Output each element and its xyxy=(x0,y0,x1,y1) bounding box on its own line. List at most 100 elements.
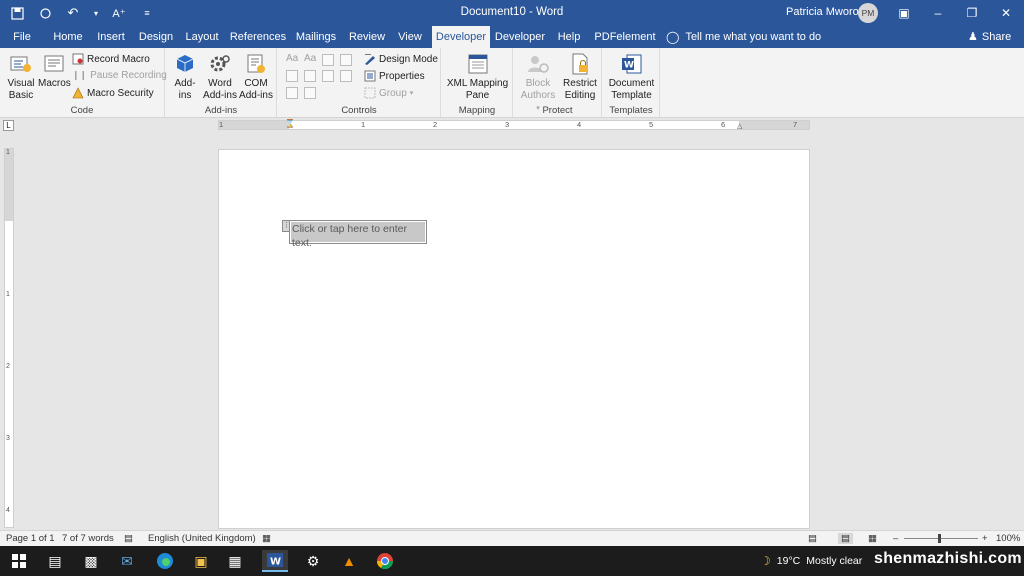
tab-insert[interactable]: Insert xyxy=(94,26,128,48)
chevron-down-icon: ▾ xyxy=(409,90,414,97)
weather-widget[interactable]: ☽ 19°C Mostly clear xyxy=(760,554,862,568)
design-mode-button[interactable]: Design Mode xyxy=(364,53,438,65)
settings-gear-icon[interactable]: ⚙ xyxy=(302,550,324,572)
tab-developer[interactable]: Developer xyxy=(494,26,546,48)
task-view-icon[interactable]: ▤ xyxy=(44,550,66,572)
com-add-ins-button[interactable]: COM Add-ins xyxy=(238,52,274,102)
right-indent-marker[interactable]: △ xyxy=(737,122,742,130)
ruler-number: 1 xyxy=(219,120,224,129)
pause-icon: ❙❙ xyxy=(72,70,88,80)
lightbulb-icon: ◯ xyxy=(666,30,680,44)
tab-selector[interactable]: L xyxy=(3,120,14,131)
picture-control-icon[interactable] xyxy=(322,54,334,66)
avatar[interactable]: PM xyxy=(858,3,878,23)
repeating-section-control-icon[interactable] xyxy=(286,87,298,99)
dropdown-list-control-icon[interactable] xyxy=(322,70,334,82)
ruler-left-margin xyxy=(219,121,289,129)
pause-recording-button[interactable]: ❙❙ Pause Recording xyxy=(72,70,167,81)
left-indent-marker[interactable]: ⌛ xyxy=(285,119,295,128)
block-authors-icon xyxy=(528,56,549,73)
ruler-number: 1 xyxy=(361,120,366,129)
word-taskbar-icon[interactable]: W xyxy=(262,550,288,572)
web-layout-icon[interactable]: ▦ xyxy=(868,533,877,544)
tab-references[interactable]: References xyxy=(228,26,288,48)
checkbox-control-icon[interactable] xyxy=(286,70,298,82)
horizontal-ruler[interactable]: 1 1 2 3 4 5 6 7 ⌛ △ xyxy=(218,119,810,130)
content-control-placeholder[interactable]: Click or tap here to enter text. xyxy=(291,222,425,249)
rich-text-content-control[interactable]: ⋮ Click or tap here to enter text. xyxy=(282,220,427,249)
language-indicator[interactable]: English (United Kingdom) xyxy=(148,533,256,544)
lock-document-icon xyxy=(572,53,588,75)
close-icon[interactable]: ✕ xyxy=(996,3,1016,23)
group-button[interactable]: Group ▾ xyxy=(364,87,413,99)
word-add-ins-button[interactable]: Word Add-ins xyxy=(202,52,238,102)
read-mode-icon[interactable]: ▤ xyxy=(808,533,817,544)
restrict-editing-button[interactable]: Restrict Editing xyxy=(560,52,600,102)
accessibility-icon[interactable]: ▦ xyxy=(262,533,271,544)
minimize-icon[interactable]: – xyxy=(928,3,948,23)
word-document-icon: W xyxy=(621,54,641,74)
record-macro-button[interactable]: Record Macro xyxy=(72,53,150,65)
proofing-icon[interactable]: ▤ xyxy=(124,533,133,544)
tab-help[interactable]: Help xyxy=(552,26,586,48)
tab-design[interactable]: Design xyxy=(136,26,176,48)
calculator-icon[interactable]: ▦ xyxy=(224,550,246,572)
mail-icon[interactable]: ✉ xyxy=(116,550,138,572)
group-icon xyxy=(364,87,376,99)
tab-pdfelement[interactable]: PDFelement xyxy=(594,26,656,48)
tab-view[interactable]: View xyxy=(392,26,428,48)
templates-group: W Document Template Templates xyxy=(603,48,660,118)
edge-icon[interactable] xyxy=(154,550,176,572)
tell-me-search[interactable]: ◯ Tell me what you want to do xyxy=(666,26,821,48)
rich-text-control-icon[interactable]: Aa xyxy=(286,53,298,64)
content-control-handle[interactable]: ⋮ xyxy=(282,220,290,232)
share-button[interactable]: ♟ Share xyxy=(968,26,1011,48)
title-bar: ↶ ▾ A⁺ ≡ Document10 - Word Patricia Mwor… xyxy=(0,0,1024,26)
tab-layout[interactable]: Layout xyxy=(182,26,222,48)
combo-box-control-icon[interactable] xyxy=(304,70,316,82)
macro-security-button[interactable]: Macro Security xyxy=(72,87,154,99)
tab-file[interactable]: File xyxy=(6,26,38,48)
store-icon[interactable]: ▩ xyxy=(80,550,102,572)
legacy-tools-icon[interactable] xyxy=(304,87,316,99)
code-group-label: Code xyxy=(70,105,94,116)
word-count[interactable]: 7 of 7 words xyxy=(62,533,114,544)
building-block-control-icon[interactable] xyxy=(340,54,352,66)
visual-basic-button[interactable]: Visual Basic xyxy=(6,52,36,102)
tab-mailings[interactable]: Mailings xyxy=(292,26,340,48)
zoom-slider-thumb[interactable] xyxy=(938,534,941,543)
document-page[interactable]: ⋮ Click or tap here to enter text. xyxy=(218,149,810,529)
tab-review[interactable]: Review xyxy=(346,26,388,48)
user-name[interactable]: Patricia Mworozi xyxy=(786,6,867,18)
print-layout-icon[interactable]: ▤ xyxy=(838,533,853,544)
add-ins-button[interactable]: Add- ins xyxy=(170,52,200,102)
ruler-number: 4 xyxy=(6,507,10,514)
com-addins-icon xyxy=(247,54,265,73)
ribbon-display-options-icon[interactable]: ▣ xyxy=(894,3,914,23)
status-bar: Page 1 of 1 7 of 7 words ▤ English (Unit… xyxy=(0,530,1024,546)
page-count[interactable]: Page 1 of 1 xyxy=(6,533,55,544)
vlc-icon[interactable]: ▲ xyxy=(338,550,360,572)
properties-button[interactable]: Properties xyxy=(364,70,425,82)
tab-home[interactable]: Home xyxy=(48,26,88,48)
macros-button[interactable]: Macros xyxy=(38,52,71,90)
document-template-button[interactable]: W Document Template xyxy=(605,52,658,102)
xml-mapping-pane-button[interactable]: XML Mapping Pane xyxy=(444,52,511,102)
addins-group: Add- ins Word Add-ins COM Add-ins Add-in… xyxy=(166,48,277,118)
file-explorer-icon[interactable]: ▣ xyxy=(190,550,212,572)
zoom-level[interactable]: 100% xyxy=(996,533,1020,544)
zoom-in-icon[interactable]: + xyxy=(982,533,988,544)
zoom-out-icon[interactable]: – xyxy=(893,533,898,544)
windows-start-icon[interactable] xyxy=(8,550,30,572)
windows-taskbar: ▤ ▩ ✉ ▣ ▦ W ⚙ ▲ ☽ 19°C Mostly clear shen… xyxy=(0,546,1024,576)
ruler-number: 2 xyxy=(6,363,10,370)
ruler-number: 4 xyxy=(577,120,582,129)
maximize-icon[interactable]: ❐ xyxy=(962,3,982,23)
tab-developer-active[interactable]: Developer xyxy=(432,26,490,48)
plain-text-control-icon[interactable]: Aa xyxy=(304,53,316,64)
design-mode-icon xyxy=(365,54,375,65)
vertical-ruler[interactable]: 1 1 2 3 4 xyxy=(4,148,14,528)
zoom-slider[interactable] xyxy=(904,538,978,539)
chrome-icon[interactable] xyxy=(374,550,396,572)
date-picker-control-icon[interactable] xyxy=(340,70,352,82)
